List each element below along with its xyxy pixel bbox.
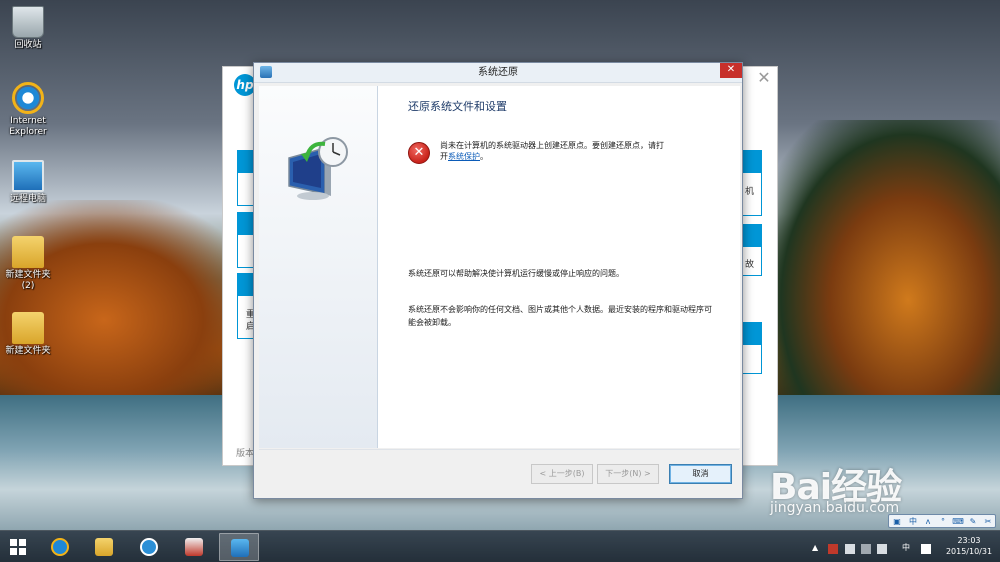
ime-cell[interactable]: 中 bbox=[907, 516, 919, 527]
dialog-titlebar[interactable]: 系统还原 ✕ bbox=[254, 63, 742, 83]
back-button[interactable]: < 上一步(B) bbox=[531, 464, 593, 484]
desktop-icon-remote-pc[interactable]: 远程电脑 bbox=[0, 160, 56, 205]
wallpaper-forest-right bbox=[770, 120, 1000, 420]
network-icon[interactable] bbox=[861, 544, 871, 554]
watermark-url: jingyan.baidu.com bbox=[770, 500, 900, 516]
dialog-title: 系统还原 bbox=[478, 67, 518, 78]
tools-icon[interactable]: ✂ bbox=[982, 516, 994, 527]
desktop-icon-label: 回收站 bbox=[14, 40, 42, 50]
recycle-bin-icon bbox=[12, 6, 44, 38]
desktop-icon-recycle-bin[interactable]: 回收站 bbox=[0, 6, 56, 51]
browser-icon bbox=[140, 538, 158, 556]
ime-toolbar[interactable]: ▣ 中 ʌ ° ⌨ ✎ ✂ bbox=[888, 514, 996, 528]
desktop-icon-internet-explorer[interactable]: Internet Explorer bbox=[0, 82, 56, 138]
page-title: 还原系统文件和设置 bbox=[408, 100, 507, 113]
description-paragraph-1: 系统还原可以帮助解决使计算机运行缓慢或停止响应的问题。 bbox=[408, 269, 624, 278]
keyboard-icon[interactable]: ⌨ bbox=[952, 516, 964, 527]
clock[interactable]: 23:03 2015/10/31 bbox=[945, 535, 993, 557]
clock-date: 2015/10/31 bbox=[945, 547, 993, 556]
close-button[interactable]: ✕ bbox=[720, 63, 742, 78]
desktop-icon-label: 新建文件夹 bbox=[5, 346, 51, 356]
folder-icon bbox=[12, 312, 44, 344]
error-message: 尚未在计算机的系统驱动器上创建还原点。要创建还原点，请打开系统保护。 bbox=[440, 140, 670, 162]
taskbar-app-browser[interactable] bbox=[129, 533, 169, 561]
hp-version-text: 版本 bbox=[236, 449, 255, 459]
desktop-icon-new-folder[interactable]: 新建文件夹 bbox=[0, 312, 56, 357]
volume-icon[interactable] bbox=[877, 544, 887, 554]
cancel-button[interactable]: 取消 bbox=[669, 464, 732, 484]
wizard-content: 还原系统文件和设置 ✕ 尚未在计算机的系统驱动器上创建还原点。要创建还原点，请打… bbox=[378, 86, 740, 448]
next-button[interactable]: 下一步(N) > bbox=[597, 464, 659, 484]
folder-icon bbox=[95, 538, 113, 556]
computer-icon bbox=[12, 160, 44, 192]
pen-icon[interactable]: ✎ bbox=[967, 516, 979, 527]
start-button[interactable] bbox=[10, 539, 26, 555]
taskbar-internet-explorer[interactable] bbox=[40, 533, 80, 561]
wizard-sidebar bbox=[259, 86, 378, 448]
hp-tile-text: 机 bbox=[745, 187, 755, 197]
ime-cell[interactable]: ʌ bbox=[922, 516, 934, 527]
action-center-icon[interactable] bbox=[828, 544, 838, 554]
hp-tile-right-1[interactable] bbox=[742, 150, 762, 216]
desktop-icon-label: Internet Explorer bbox=[9, 116, 47, 137]
q-app-icon[interactable] bbox=[921, 544, 931, 554]
dialog-button-bar: < 上一步(B) 下一步(N) > 取消 bbox=[259, 449, 739, 495]
ime-logo-icon[interactable]: ▣ bbox=[891, 516, 903, 527]
desktop-icon-label: 远程电脑 bbox=[9, 194, 46, 204]
internet-explorer-icon bbox=[51, 538, 69, 556]
tray-overflow-icon[interactable]: ▲ bbox=[812, 543, 818, 552]
system-restore-large-icon bbox=[288, 137, 348, 200]
app-icon bbox=[185, 538, 203, 556]
windows-logo-icon bbox=[10, 539, 17, 546]
folder-icon bbox=[12, 236, 44, 268]
input-language-indicator[interactable]: 中 bbox=[902, 542, 910, 553]
system-restore-dialog: 系统还原 ✕ 还原系统文件和设置 ✕ 尚未在计算机的系统驱动器上创建还原点。要创… bbox=[253, 62, 743, 499]
desktop-icon-new-folder-2[interactable]: 新建文件夹 (2) bbox=[0, 236, 56, 292]
error-icon: ✕ bbox=[408, 142, 430, 164]
hp-close-button[interactable]: ✕ bbox=[756, 70, 772, 86]
taskbar-app-tool[interactable] bbox=[174, 533, 214, 561]
clock-time: 23:03 bbox=[957, 536, 981, 545]
taskbar-file-explorer[interactable] bbox=[84, 533, 124, 561]
app-tray-icon[interactable] bbox=[845, 544, 855, 554]
system-protection-link[interactable]: 系统保护 bbox=[448, 152, 480, 161]
wallpaper-forest-left bbox=[0, 200, 260, 400]
taskbar-system-restore[interactable] bbox=[219, 533, 259, 561]
desktop-icon-label: 新建文件夹 (2) bbox=[5, 270, 51, 291]
description-paragraph-2: 系统还原不会影响你的任何文档、图片或其他个人数据。最近安装的程序和驱动程序可能会… bbox=[408, 305, 712, 327]
error-message-tail: 。 bbox=[480, 152, 488, 161]
internet-explorer-icon bbox=[12, 82, 44, 114]
system-restore-icon bbox=[231, 539, 249, 557]
ime-cell[interactable]: ° bbox=[937, 516, 949, 527]
hp-tile-text: 故 bbox=[745, 260, 755, 270]
hp-tile-right-3[interactable] bbox=[742, 322, 762, 374]
